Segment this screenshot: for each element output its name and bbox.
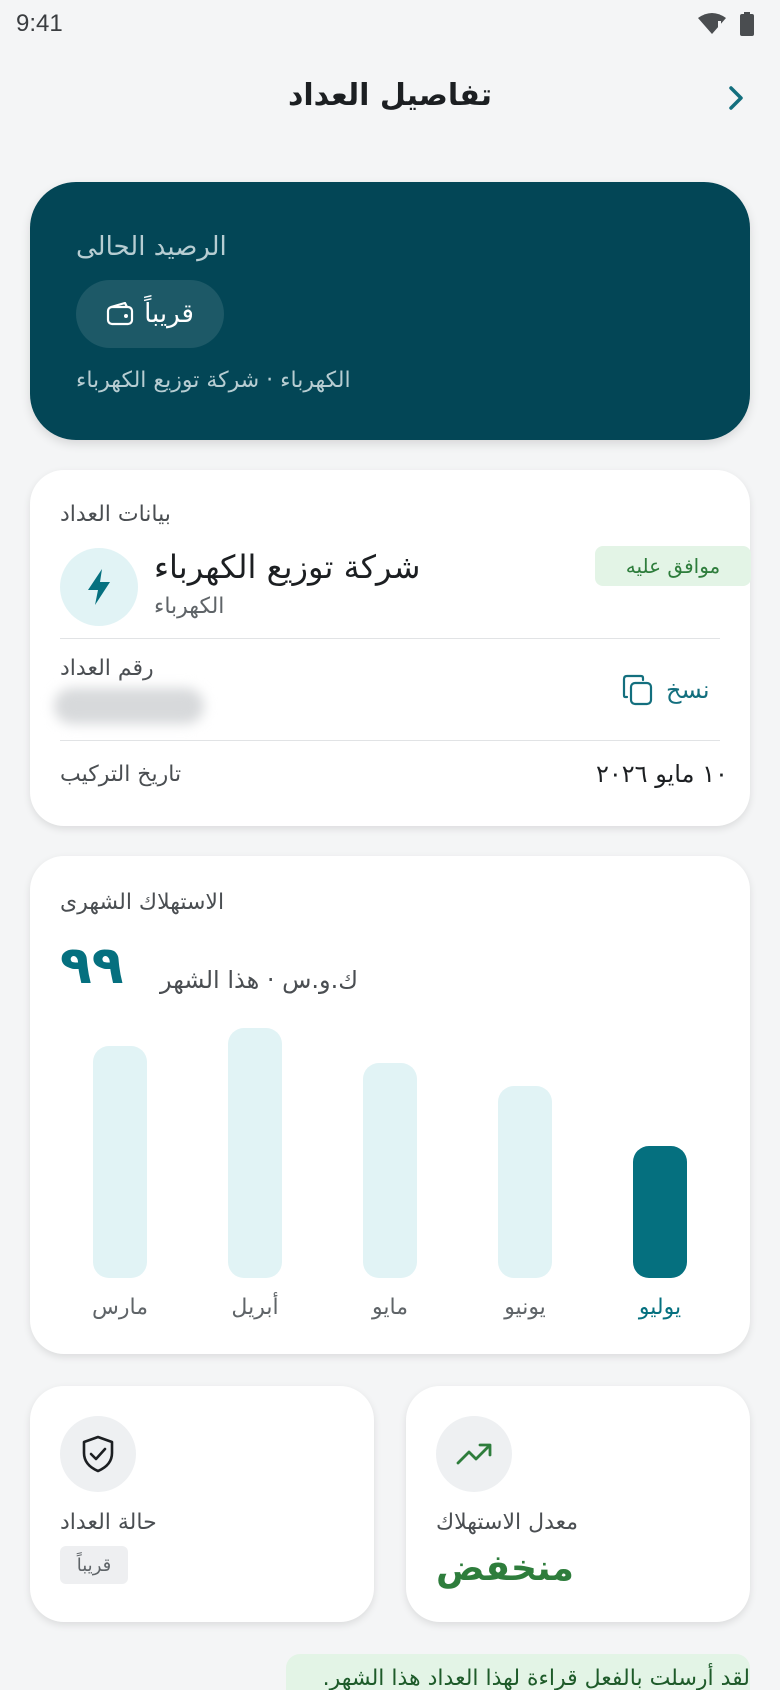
trending-up-icon bbox=[456, 1443, 492, 1465]
system-icons bbox=[698, 12, 754, 36]
shield-check-icon bbox=[82, 1435, 114, 1473]
usage-unit: ك.و.س · هذا الشهر bbox=[160, 966, 359, 994]
chart-month-label: مايو bbox=[372, 1295, 408, 1320]
info-toast: لقد أرسلت بالفعل قراءة لهذا العداد هذا ا… bbox=[286, 1654, 750, 1690]
usage-value: ٩٩ bbox=[60, 936, 124, 996]
meter-info-card: بيانات العداد موافق عليه شركة توزيع الكه… bbox=[30, 470, 751, 826]
provider-type: الكهرباء bbox=[154, 594, 225, 619]
chart-month-label: أبريل bbox=[231, 1295, 279, 1320]
rate-icon-circle bbox=[436, 1416, 512, 1492]
chart-bar-3 bbox=[498, 1085, 552, 1278]
meter-info-heading: بيانات العداد bbox=[60, 502, 171, 527]
copy-button[interactable]: نسخ bbox=[622, 674, 710, 706]
consumption-rate-value: منخفض bbox=[436, 1548, 574, 1589]
chart-month-label: يوليو bbox=[638, 1295, 682, 1320]
balance-pill: قريباً bbox=[76, 280, 224, 348]
balance-value: قريباً bbox=[144, 299, 194, 329]
copy-icon bbox=[622, 674, 653, 706]
meter-status-badge: قريباً bbox=[60, 1546, 128, 1584]
chart-bar-4 bbox=[633, 1145, 687, 1278]
status-bar: 9:41 bbox=[0, 0, 780, 48]
chart-month-label: يونيو bbox=[504, 1295, 546, 1320]
chart-bar-2 bbox=[363, 1063, 417, 1278]
chart-bar-1 bbox=[228, 1028, 282, 1278]
meter-number-redacted bbox=[54, 688, 204, 724]
balance-subtitle: الكهرباء · شركة توزيع الكهرباء bbox=[76, 368, 351, 393]
install-date-value: ١٠ مايو ٢٠٢٦ bbox=[596, 760, 728, 788]
provider-name: شركة توزيع الكهرباء bbox=[154, 548, 421, 586]
approved-badge: موافق عليه bbox=[595, 546, 751, 586]
meter-number-label: رقم العداد bbox=[60, 656, 154, 681]
copy-label: نسخ bbox=[666, 676, 710, 704]
chevron-right-icon bbox=[729, 86, 743, 110]
app-bar: تفاصيل العداد bbox=[0, 58, 780, 138]
provider-avatar bbox=[60, 548, 138, 626]
install-date-label: تاريخ التركيب bbox=[60, 762, 182, 787]
back-button[interactable] bbox=[716, 76, 756, 120]
usage-heading: الاستهلاك الشهرى bbox=[60, 890, 225, 915]
wallet-icon bbox=[107, 302, 134, 326]
battery-icon bbox=[740, 12, 754, 36]
balance-card: الرصيد الحالى قريباً الكهرباء · شركة توز… bbox=[30, 182, 750, 440]
divider bbox=[60, 638, 720, 639]
status-icon-circle bbox=[60, 1416, 136, 1492]
wifi-icon bbox=[698, 13, 726, 34]
chart-month-label: مارس bbox=[92, 1295, 148, 1320]
consumption-rate-card: معدل الاستهلاك منخفض bbox=[406, 1386, 750, 1622]
chart-bar-0 bbox=[93, 1045, 147, 1278]
page-title: تفاصيل العداد bbox=[287, 78, 493, 113]
divider bbox=[60, 740, 720, 741]
meter-status-card: حالة العداد قريباً bbox=[30, 1386, 374, 1622]
status-time: 9:41 bbox=[16, 10, 63, 37]
lightning-icon bbox=[88, 569, 110, 605]
meter-status-label: حالة العداد bbox=[60, 1510, 157, 1535]
balance-label: الرصيد الحالى bbox=[76, 232, 227, 262]
consumption-rate-label: معدل الاستهلاك bbox=[436, 1510, 579, 1535]
